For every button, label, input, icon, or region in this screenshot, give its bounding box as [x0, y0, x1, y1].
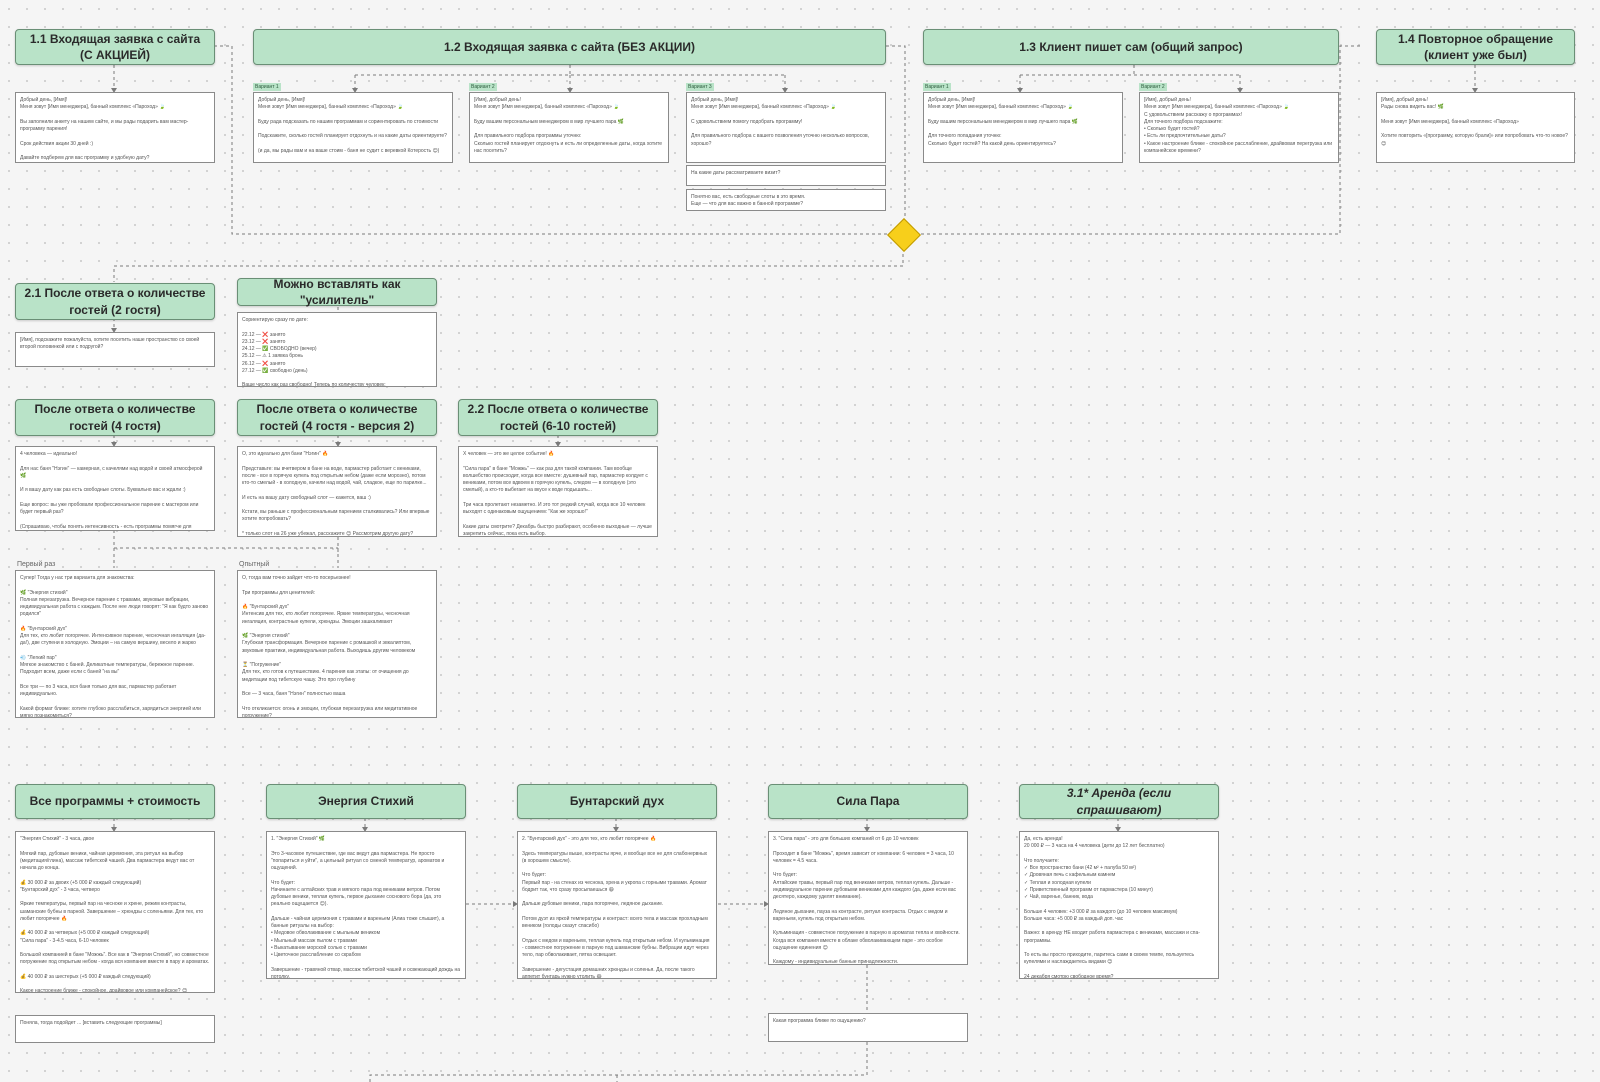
note-1-4[interactable]: [Имя], добрый день! Рады снова видеть ва…	[1376, 92, 1575, 163]
note-1-3-variant-1[interactable]: Добрый день, [Имя]! Меня зовут [Имя мене…	[923, 92, 1123, 163]
header-rent[interactable]: 3.1* Аренда (если спрашивают)	[1019, 784, 1219, 819]
note-1-2-dates[interactable]: На какие даты рассматриваете визит?	[686, 165, 886, 186]
note-1-2-variant-1[interactable]: Добрый день, [Имя]! Меня зовут [Имя мене…	[253, 92, 453, 163]
note-all-programs-next[interactable]: Поняла, тогда подойдет ... [вставить сле…	[15, 1015, 215, 1043]
variant-tag: Вариант 1	[253, 83, 281, 91]
note-power[interactable]: 3. "Сила пара" - это для больших компани…	[768, 831, 968, 965]
header-2-2[interactable]: 2.2 После ответа о количестве гостей (6-…	[458, 399, 658, 436]
note-1-3-variant-2[interactable]: [Имя], добрый день! Меня зовут [Имя мене…	[1139, 92, 1339, 163]
header-2-1[interactable]: 2.1 После ответа о количестве гостей (2 …	[15, 283, 215, 320]
label-first-time: Первый раз	[17, 561, 56, 568]
variant-tag: Вариант 2	[469, 83, 497, 91]
note-4-guests[interactable]: 4 человека — идеально! Для нас баня "Нэг…	[15, 446, 215, 531]
connector	[354, 65, 786, 91]
header-1-3[interactable]: 1.3 Клиент пишет сам (общий запрос)	[923, 29, 1339, 65]
note-2-1[interactable]: [Имя], подскажите пожалуйста, хотите пос…	[15, 332, 215, 367]
note-1-2-variant-2[interactable]: [Имя], добрый день! Меня зовут [Имя мене…	[469, 92, 669, 163]
note-first-time[interactable]: Супер! Тогда у нас три варианта для знак…	[15, 570, 215, 718]
header-power[interactable]: Сила Пара	[768, 784, 968, 819]
header-1-1[interactable]: 1.1 Входящая заявка с сайта (С АКЦИЕЙ)	[15, 29, 215, 65]
note-1-2-variant-3[interactable]: Добрый день, [Имя]! Меня зовут [Имя мене…	[686, 92, 886, 163]
note-amplifier[interactable]: Сориентирую сразу по дате: 22.12 — ❌ зан…	[237, 312, 437, 387]
header-1-2[interactable]: 1.2 Входящая заявка с сайта (БЕЗ АКЦИИ)	[253, 29, 886, 65]
note-energy[interactable]: 1. "Энергия Стихий" 🌿 Это 3-часовое путе…	[266, 831, 466, 979]
variant-tag: Вариант 1	[923, 83, 951, 91]
note-all-programs[interactable]: "Энергия Стихий" - 3 часа, двое Мягкий п…	[15, 831, 215, 993]
note-2-2[interactable]: X человек — это же целое событие! 🔥 "Сил…	[458, 446, 658, 537]
note-rebel[interactable]: 2. "Бунтарский дух" - это для тех, кто л…	[517, 831, 717, 979]
note-power-question[interactable]: Какая программа ближе по ощущению?	[768, 1013, 968, 1042]
note-rent[interactable]: Да, есть аренда! 20 000 ₽ — 3 часа на 4 …	[1019, 831, 1219, 979]
flow-board[interactable]: 1.1 Входящая заявка с сайта (С АКЦИЕЙ) 1…	[0, 0, 1600, 1082]
header-amplifier[interactable]: Можно вставлять как "усилитель"	[237, 277, 437, 307]
variant-tag: Вариант 3	[686, 83, 714, 91]
variant-tag: Вариант 2	[1139, 83, 1167, 91]
connector	[369, 1042, 868, 1082]
connector	[886, 45, 906, 218]
note-4-guests-v2[interactable]: О, это идеально для бани "Нэгин" 🔥 Предс…	[237, 446, 437, 537]
header-rebel[interactable]: Бунтарский дух	[517, 784, 717, 819]
header-all-programs[interactable]: Все программы + стоимость	[15, 784, 215, 819]
note-experienced[interactable]: О, тогда вам точно зайдет что-то посерье…	[237, 570, 437, 718]
header-4-guests-v2[interactable]: После ответа о количестве гостей (4 гост…	[237, 399, 437, 436]
connector	[113, 248, 904, 282]
header-energy[interactable]: Энергия Стихий	[266, 784, 466, 819]
note-1-1[interactable]: Добрый день, [Имя]! Меня зовут [Имя мене…	[15, 92, 215, 163]
header-1-4[interactable]: 1.4 Повторное обращение (клиент уже был)	[1376, 29, 1575, 65]
connector	[1019, 65, 1241, 91]
note-1-2-followup[interactable]: Понятно вас, есть свободные слоты в это …	[686, 189, 886, 211]
label-experienced: Опытный	[239, 561, 270, 568]
header-4-guests[interactable]: После ответа о количестве гостей (4 гост…	[15, 399, 215, 436]
